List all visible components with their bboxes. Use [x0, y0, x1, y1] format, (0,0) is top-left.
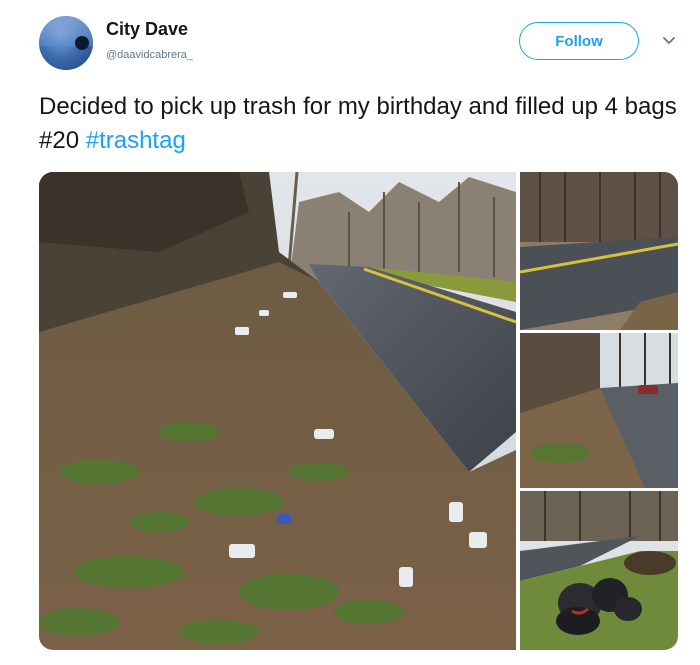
photo-grid	[39, 172, 678, 650]
photo-roadside-trash[interactable]	[39, 172, 516, 650]
photo-trash-bags[interactable]	[520, 491, 678, 650]
author-name[interactable]: City Dave	[106, 19, 188, 40]
tweet-text: Decided to pick up trash for my birthday…	[39, 90, 679, 158]
follow-button[interactable]: Follow	[519, 22, 639, 60]
photo-roadside-car[interactable]	[520, 333, 678, 488]
avatar[interactable]	[39, 16, 93, 70]
hashtag-link[interactable]: #trashtag	[86, 127, 186, 154]
chevron-down-icon[interactable]	[662, 34, 676, 48]
photo-road-trees[interactable]	[520, 172, 678, 330]
author-handle[interactable]: @daavidcabrera_	[106, 49, 193, 61]
